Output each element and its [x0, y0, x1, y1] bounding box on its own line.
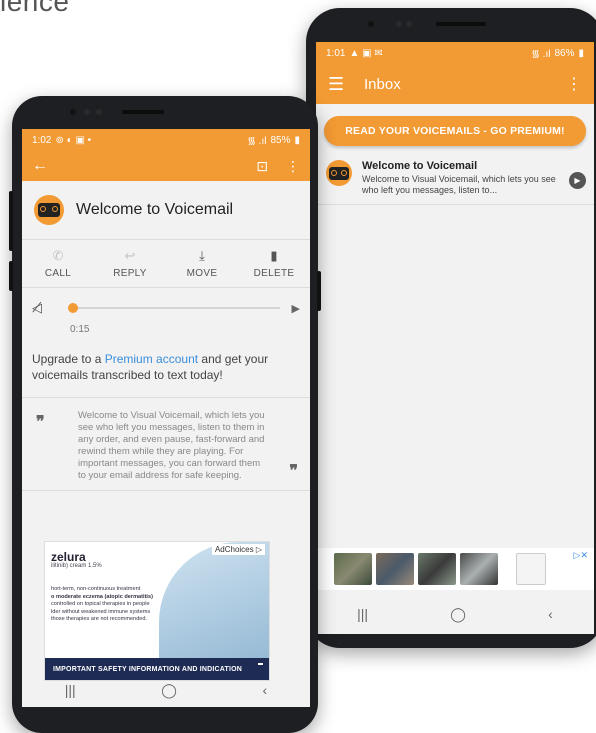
volume-button — [9, 191, 13, 251]
signal-icon: ᯾ .ıl — [247, 136, 267, 147]
earpiece-speaker — [436, 22, 486, 26]
battery-level: 85% — [270, 134, 291, 146]
go-premium-button[interactable]: READ YOUR VOICEMAILS - GO PREMIUM! — [324, 116, 586, 146]
move-icon: ⤓ — [199, 248, 205, 263]
upgrade-text-prefix: Upgrade to a — [32, 352, 105, 366]
seek-bar[interactable] — [68, 303, 280, 313]
front-camera — [368, 21, 374, 27]
ad-subtitle: ilitinib) cream 1.5% — [51, 563, 102, 569]
signal-icon: ᯾ .ıl — [531, 49, 551, 60]
notification-icons: ▲ ▣ ✉ — [349, 47, 383, 59]
action-label: MOVE — [186, 268, 218, 279]
delete-button[interactable]: ▮ DELETE — [244, 248, 304, 279]
adchoices-button[interactable]: AdChoices ▷ — [211, 544, 265, 555]
play-icon[interactable]: ▶ — [292, 302, 300, 315]
adchoices-icon[interactable]: ▷✕ — [574, 550, 588, 561]
status-bar: 1:02 ⊚ ◐ ▣ • ᯾ .ıl 85% ▮ — [22, 129, 310, 151]
reply-icon: ↩ — [124, 248, 136, 263]
phone-back: 1:01 ▲ ▣ ✉ ᯾ .ıl 86% ▮ ☰ Inbox ⋮ READ YO… — [306, 8, 596, 648]
status-time: 1:02 — [32, 134, 52, 146]
home-button[interactable]: ◯ — [450, 606, 466, 623]
home-button[interactable]: ◯ — [161, 682, 177, 699]
banner-ad[interactable]: ▷✕ — [316, 548, 594, 590]
action-bar: ✆ CALL ↩ REPLY ⤓ MOVE ▮ DELETE — [22, 240, 310, 288]
ad-line: o moderate eczema (atopic dermatitis) — [51, 593, 153, 600]
transcript-text: Welcome to Visual Voicemail, which lets … — [78, 410, 265, 481]
ad-logo[interactable] — [516, 553, 546, 585]
mute-speaker-icon[interactable]: ◁̸ — [32, 300, 54, 316]
audio-player: ◁̸ ▶ 0:15 — [22, 288, 310, 339]
playback-time: 0:15 — [70, 324, 90, 335]
sensor-dot — [96, 109, 102, 115]
ad-brand-name: zelura — [51, 550, 86, 564]
hamburger-menu-icon[interactable]: ☰ — [328, 74, 350, 95]
action-label: CALL — [44, 268, 72, 279]
move-button[interactable]: ⤓ MOVE — [172, 248, 232, 279]
ad-thumbnail[interactable] — [418, 553, 456, 585]
ad-footer-text: IMPORTANT SAFETY INFORMATION AND INDICAT… — [53, 665, 243, 673]
phone-icon: ✆ — [52, 248, 64, 263]
voicemail-avatar-icon — [34, 195, 64, 225]
inbox-item-title: Welcome to Voicemail — [362, 160, 478, 172]
display-ad[interactable]: zelura ilitinib) cream 1.5% hort-term, n… — [44, 541, 270, 681]
ad-thumbnail[interactable] — [334, 553, 372, 585]
inbox-list-item[interactable]: Welcome to Voicemail Welcome to Visual V… — [316, 152, 594, 205]
ad-thumbnail[interactable] — [376, 553, 414, 585]
ad-body: hort-term, non-continuous treatment o mo… — [51, 586, 153, 624]
overflow-menu-icon[interactable]: ⋮ — [286, 158, 300, 175]
overflow-menu-icon[interactable]: ⋮ — [566, 74, 582, 94]
ad-thumbnail[interactable] — [460, 553, 498, 585]
phone-front: 1:02 ⊚ ◐ ▣ • ᯾ .ıl 85% ▮ ← ⊡ ⋮ Welcome t… — [9, 96, 321, 733]
bixby-button — [9, 261, 13, 291]
ad-line: hort-term, non-continuous treatment — [51, 586, 141, 592]
play-icon[interactable]: ▶ — [569, 172, 586, 189]
earpiece-speaker — [122, 110, 164, 114]
notification-icons: ⊚ ◐ ▣ • — [55, 134, 92, 146]
inbox-item-snippet: Welcome to Visual Voicemail, which lets … — [362, 174, 556, 195]
lock-icon[interactable]: ⊡ — [256, 158, 268, 175]
recents-button[interactable]: ||| — [65, 682, 76, 698]
message-title: Welcome to Voicemail — [76, 201, 234, 218]
message-app-bar: ← ⊡ ⋮ — [22, 151, 310, 181]
trash-icon: ▮ — [270, 248, 278, 263]
front-camera — [70, 109, 76, 115]
ad-line: lder without weakened immune systems — [51, 608, 151, 615]
power-button — [317, 271, 321, 311]
seek-handle[interactable] — [68, 303, 78, 313]
ad-safety-info-link[interactable]: IMPORTANT SAFETY INFORMATION AND INDICAT… — [45, 658, 269, 680]
upgrade-prompt: Upgrade to a Premium account and get you… — [22, 339, 310, 398]
action-label: REPLY — [113, 268, 147, 279]
battery-icon: ▮ — [294, 134, 300, 146]
premium-account-link[interactable]: Premium account — [105, 352, 198, 366]
corner-heading-fragment: ience — [0, 0, 70, 17]
system-nav-bar: ||| ◯ ‹ — [316, 594, 594, 634]
status-bar: 1:01 ▲ ▣ ✉ ᯾ .ıl 86% ▮ — [316, 42, 594, 64]
battery-level: 86% — [554, 47, 575, 59]
message-header: Welcome to Voicemail — [22, 181, 310, 240]
inbox-app-bar: ☰ Inbox ⋮ — [316, 64, 594, 104]
voicemail-avatar-icon — [326, 160, 352, 186]
status-time: 1:01 — [326, 47, 346, 59]
back-screen: 1:01 ▲ ▣ ✉ ᯾ .ıl 86% ▮ ☰ Inbox ⋮ READ YO… — [316, 42, 594, 634]
action-label: DELETE — [253, 268, 295, 279]
transcript-block: ❞ Welcome to Visual Voicemail, which let… — [22, 398, 310, 491]
page-title: Inbox — [364, 75, 401, 93]
quote-close-icon: ❞ — [289, 461, 298, 480]
ad-line: those therapies are not recommended. — [51, 616, 148, 622]
back-button[interactable]: ‹ — [548, 606, 553, 622]
sensor-dot — [84, 109, 90, 115]
back-arrow-icon[interactable]: ← — [32, 157, 48, 175]
recents-button[interactable]: ||| — [357, 606, 368, 622]
reply-button[interactable]: ↩ REPLY — [100, 248, 160, 279]
sensor-dot — [406, 21, 412, 27]
battery-icon: ▮ — [578, 47, 584, 59]
back-button[interactable]: ‹ — [263, 682, 268, 698]
ad-line: controlled on topical therapies in peopl… — [51, 601, 150, 607]
quote-open-icon: ❞ — [36, 412, 45, 431]
call-button[interactable]: ✆ CALL — [28, 248, 88, 279]
sensor-dot — [396, 21, 402, 27]
